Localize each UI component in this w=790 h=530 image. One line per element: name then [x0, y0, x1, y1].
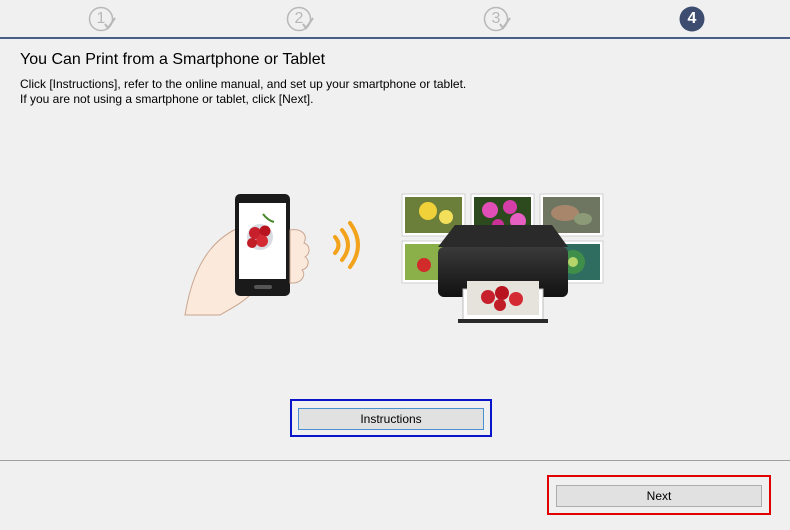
page-title: You Can Print from a Smartphone or Table… [20, 51, 326, 68]
header-divider [0, 37, 790, 39]
step-3: 3 [483, 6, 511, 32]
printer-icon [438, 225, 568, 323]
next-highlight-frame: Next [547, 475, 771, 515]
instructions-highlight-frame: Instructions [290, 399, 492, 437]
wireless-signal-icon [333, 221, 360, 269]
description-line-2: If you are not using a smartphone or tab… [20, 92, 314, 106]
next-button[interactable]: Next [556, 485, 762, 507]
step-number: 1 [96, 10, 106, 27]
step-number: 4 [687, 10, 697, 27]
hand-holding-smartphone-icon [184, 194, 310, 316]
step-number: 3 [491, 10, 501, 27]
smartphone-printing-illustration [184, 193, 604, 323]
step-4: 4 [679, 6, 705, 32]
step-1: 1 [88, 6, 116, 32]
step-number: 2 [294, 10, 304, 27]
description-line-1: Click [Instructions], refer to the onlin… [20, 77, 467, 91]
instructions-button[interactable]: Instructions [298, 408, 484, 430]
page-description: Click [Instructions], refer to the onlin… [20, 77, 760, 107]
footer-divider [0, 460, 790, 461]
progress-steps: 1 2 3 4 [0, 0, 790, 38]
step-2: 2 [286, 6, 314, 32]
